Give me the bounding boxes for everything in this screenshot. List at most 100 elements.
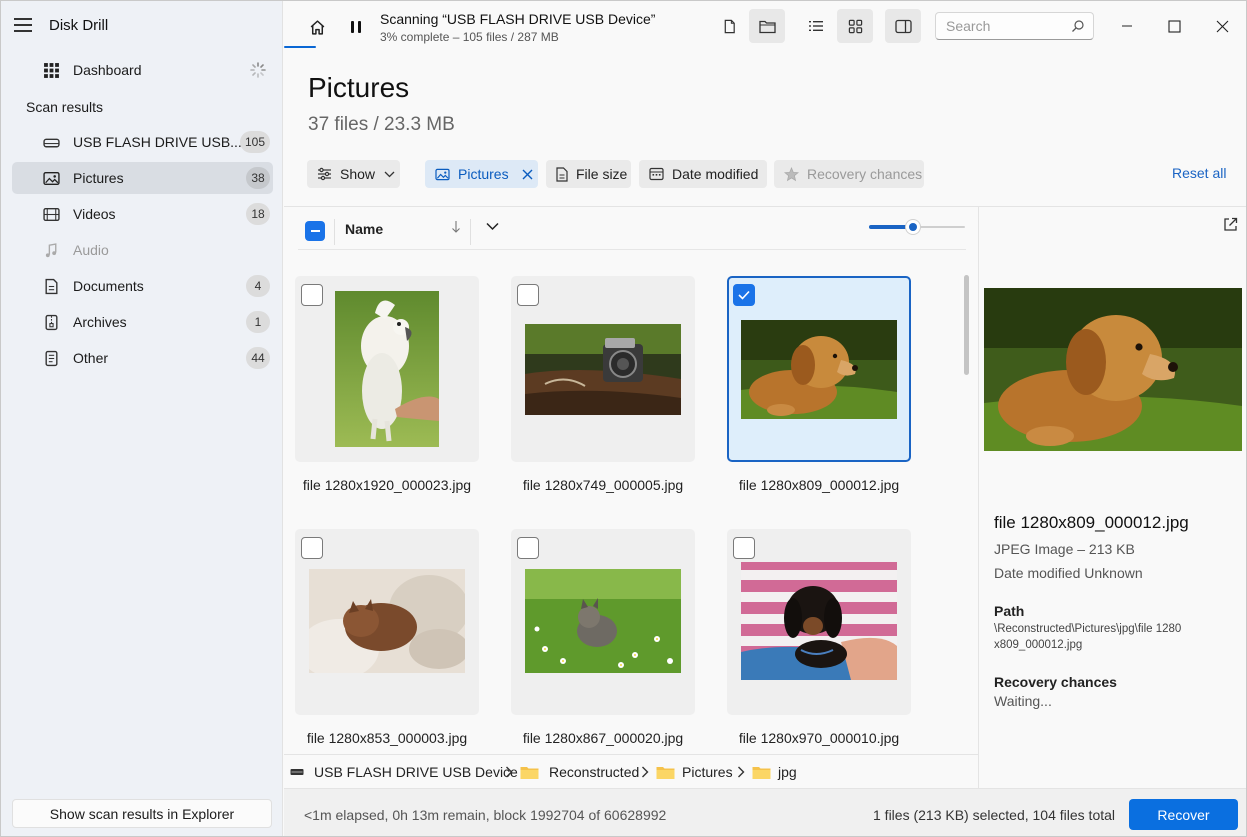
sidebar-item-label: Dashboard xyxy=(73,62,142,78)
open-external-icon[interactable] xyxy=(1223,217,1238,232)
preview-file-name: file 1280x809_000012.jpg xyxy=(994,513,1189,532)
picture-icon xyxy=(43,171,60,186)
pictures-filter-chip[interactable]: Pictures xyxy=(425,160,538,188)
maximize-button[interactable] xyxy=(1151,7,1197,45)
breadcrumb-folder[interactable]: jpg xyxy=(752,764,797,780)
scan-status-text: <1m elapsed, 0h 13m remain, block 199270… xyxy=(304,807,667,823)
app-header: Disk Drill xyxy=(1,1,283,51)
reset-all-link[interactable]: Reset all xyxy=(1172,165,1226,181)
file-thumbnail xyxy=(525,324,681,415)
list-icon xyxy=(809,21,823,31)
pause-scan-button[interactable] xyxy=(344,14,368,40)
page-subtitle: 37 files / 23.3 MB xyxy=(308,114,455,135)
file-view-button[interactable] xyxy=(711,9,747,43)
sort-arrow-down-icon[interactable] xyxy=(451,220,461,234)
vertical-scrollbar[interactable] xyxy=(964,275,969,375)
archive-icon xyxy=(45,314,58,331)
pictures-filter-label: Pictures xyxy=(458,166,509,182)
sidebar-item-usb-drive[interactable]: USB FLASH DRIVE USB... 105 xyxy=(12,126,273,158)
folder-view-button[interactable] xyxy=(749,9,785,43)
name-column-header[interactable]: Name xyxy=(345,221,383,237)
file-caption: file 1280x970_000010.jpg xyxy=(738,730,900,746)
chevron-down-icon[interactable] xyxy=(486,222,499,231)
file-thumbnail xyxy=(741,320,897,419)
file-checkbox[interactable] xyxy=(733,537,755,559)
show-filter-button[interactable]: Show xyxy=(307,160,400,188)
home-button[interactable] xyxy=(302,13,332,41)
preview-path-value: \Reconstructed\Pictures\jpg\file 1280x80… xyxy=(994,623,1182,651)
file-grid: Name file 1280x1920_000023.jpg file 1280… xyxy=(284,206,978,754)
file-thumbnail xyxy=(741,562,897,680)
breadcrumb-label: USB FLASH DRIVE USB Device xyxy=(314,764,518,780)
sidebar-item-archives[interactable]: Archives 1 xyxy=(12,306,273,338)
file-tile[interactable] xyxy=(295,276,479,462)
file-tile[interactable] xyxy=(511,529,695,715)
status-bar: <1m elapsed, 0h 13m remain, block 199270… xyxy=(284,788,1246,836)
file-tile[interactable] xyxy=(295,529,479,715)
minimize-icon xyxy=(1122,25,1132,27)
file-tile[interactable] xyxy=(727,529,911,715)
sidebar-item-dashboard[interactable]: Dashboard xyxy=(12,54,273,86)
slider-thumb[interactable] xyxy=(906,220,920,234)
grid-view-button[interactable] xyxy=(837,9,873,43)
file-caption: file 1280x749_000005.jpg xyxy=(522,477,684,493)
side-panel-icon xyxy=(894,19,912,33)
thumbnail-size-slider[interactable] xyxy=(869,219,965,235)
document-icon xyxy=(45,278,58,295)
show-in-explorer-button[interactable]: Show scan results in Explorer xyxy=(12,799,272,828)
sidebar-item-other[interactable]: Other 44 xyxy=(12,342,273,374)
sidebar-item-pictures[interactable]: Pictures 38 xyxy=(12,162,273,194)
preview-recovery-value: Waiting... xyxy=(994,693,1052,709)
selection-summary: 1 files (213 KB) selected, 104 files tot… xyxy=(873,807,1116,823)
breadcrumb-device[interactable]: USB FLASH DRIVE USB Device xyxy=(290,764,518,780)
date-modified-filter-button[interactable]: Date modified xyxy=(639,160,767,188)
breadcrumb: USB FLASH DRIVE USB Device Reconstructed… xyxy=(284,754,978,788)
breadcrumb-folder[interactable]: Reconstructed xyxy=(520,764,639,780)
chevron-right-icon xyxy=(738,766,745,778)
recovery-chances-filter-button[interactable]: Recovery chances xyxy=(774,160,924,188)
sidebar-item-label: Documents xyxy=(73,278,144,294)
header-divider xyxy=(298,249,966,250)
search-box[interactable] xyxy=(935,12,1094,40)
file-tile[interactable] xyxy=(511,276,695,462)
preview-date-modified: Date modified Unknown xyxy=(994,565,1143,581)
file-icon xyxy=(724,19,735,33)
sidebar-item-videos[interactable]: Videos 18 xyxy=(12,198,273,230)
folder-icon xyxy=(758,20,776,33)
scan-title: Scanning “USB FLASH DRIVE USB Device” xyxy=(380,11,656,27)
loading-spinner-icon xyxy=(250,62,266,78)
file-checkbox-checked[interactable] xyxy=(733,284,755,306)
select-all-checkbox[interactable] xyxy=(305,221,325,241)
chevron-right-icon xyxy=(506,766,513,778)
remove-filter-icon[interactable] xyxy=(522,169,533,180)
file-checkbox[interactable] xyxy=(301,284,323,306)
checkmark-icon xyxy=(738,290,750,300)
calendar-icon xyxy=(649,167,664,181)
count-badge: 1 xyxy=(246,311,270,333)
close-window-button[interactable] xyxy=(1199,7,1245,45)
preview-panel-toggle[interactable] xyxy=(885,9,921,43)
recover-button[interactable]: Recover xyxy=(1129,799,1238,830)
filter-sliders-icon xyxy=(318,167,331,181)
search-input[interactable] xyxy=(936,13,1066,39)
hamburger-menu-icon[interactable] xyxy=(14,18,32,32)
file-checkbox[interactable] xyxy=(517,537,539,559)
sidebar-item-label: Other xyxy=(73,350,109,366)
file-size-filter-button[interactable]: File size xyxy=(546,160,631,188)
list-view-button[interactable] xyxy=(798,9,834,43)
preview-recovery-label: Recovery chances xyxy=(994,674,1117,690)
folder-icon xyxy=(520,766,539,779)
date-modified-filter-label: Date modified xyxy=(672,166,759,182)
sidebar-item-documents[interactable]: Documents 4 xyxy=(12,270,273,302)
file-checkbox[interactable] xyxy=(301,537,323,559)
sidebar-item-audio[interactable]: Audio xyxy=(12,234,273,266)
minimize-button[interactable] xyxy=(1104,7,1150,45)
sidebar: Disk Drill Dashboard Scan results USB FL… xyxy=(1,1,283,836)
film-icon xyxy=(43,207,60,222)
breadcrumb-folder[interactable]: Pictures xyxy=(656,764,733,780)
file-tile-selected[interactable] xyxy=(727,276,911,462)
file-thumbnail xyxy=(525,569,681,673)
file-checkbox[interactable] xyxy=(517,284,539,306)
grid-dots-icon xyxy=(44,63,59,78)
count-badge: 4 xyxy=(246,275,270,297)
